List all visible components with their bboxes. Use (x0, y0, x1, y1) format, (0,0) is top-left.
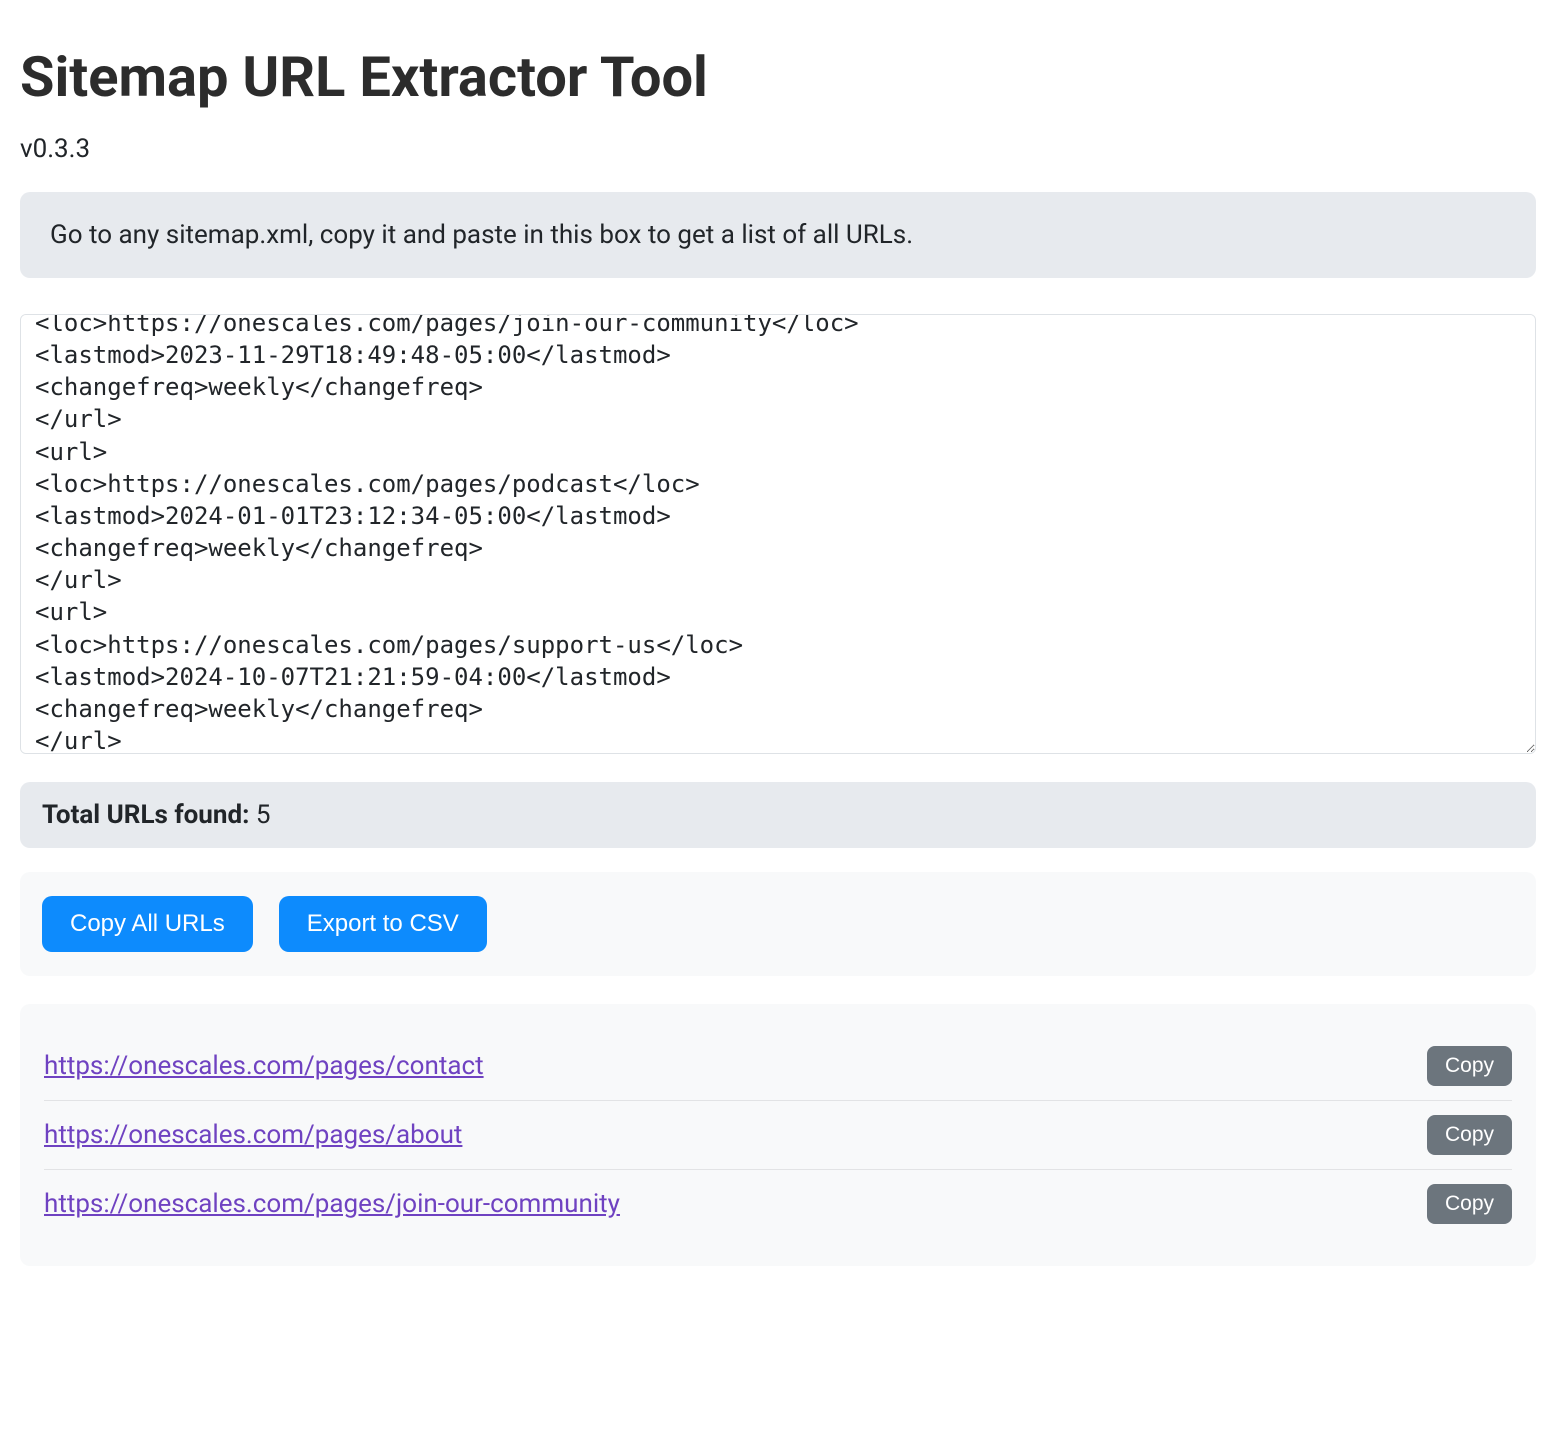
copy-url-button[interactable]: Copy (1427, 1184, 1512, 1224)
copy-url-button[interactable]: Copy (1427, 1115, 1512, 1155)
total-urls-count: 5 (256, 800, 271, 830)
result-row: https://onescales.com/pages/join-our-com… (44, 1170, 1512, 1238)
results-list: https://onescales.com/pages/contact Copy… (20, 1004, 1536, 1266)
instructions-box: Go to any sitemap.xml, copy it and paste… (20, 192, 1536, 278)
version-label: v0.3.3 (20, 134, 1536, 164)
result-url-link[interactable]: https://onescales.com/pages/join-our-com… (44, 1189, 620, 1219)
total-urls-box: Total URLs found: 5 (20, 782, 1536, 848)
copy-all-urls-button[interactable]: Copy All URLs (42, 896, 253, 952)
actions-bar: Copy All URLs Export to CSV (20, 872, 1536, 976)
result-row: https://onescales.com/pages/about Copy (44, 1101, 1512, 1170)
sitemap-xml-input[interactable] (20, 314, 1536, 754)
result-url-link[interactable]: https://onescales.com/pages/contact (44, 1051, 484, 1081)
result-url-link[interactable]: https://onescales.com/pages/about (44, 1120, 462, 1150)
export-to-csv-button[interactable]: Export to CSV (279, 896, 487, 952)
copy-url-button[interactable]: Copy (1427, 1046, 1512, 1086)
total-urls-label: Total URLs found: (42, 800, 256, 830)
page-title: Sitemap URL Extractor Tool (20, 44, 1536, 110)
result-row: https://onescales.com/pages/contact Copy (44, 1032, 1512, 1101)
